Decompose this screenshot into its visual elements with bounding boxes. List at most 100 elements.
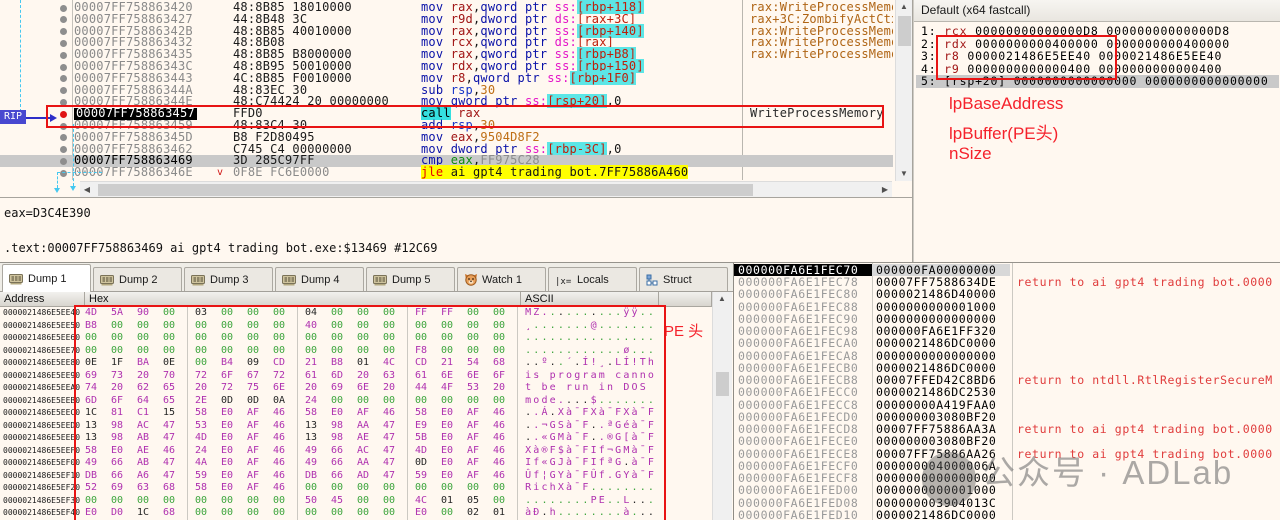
argument-annotation: nSize (949, 144, 992, 164)
argument-annotation: lpBaseAddress (949, 94, 1063, 114)
dump-row[interactable]: 0000021486E5EF30000000000000000050450000… (0, 495, 712, 508)
dump-row[interactable]: 0000021486E5EEB06D6F64652E0D0D0A24000000… (0, 395, 712, 408)
tab-dump-2[interactable]: Dump 2 (93, 267, 182, 291)
dump-row[interactable]: 0000021486E5EEE01398AB474DE0AF461398AE47… (0, 432, 712, 445)
tab-label: Locals (577, 274, 609, 286)
tab-label: Dump 5 (392, 274, 431, 286)
stack-row[interactable]: 000000FA6E1FECE800007FF75886AA26return t… (734, 448, 1280, 460)
tab-label: Struct (663, 274, 692, 286)
dump-icon (191, 274, 206, 286)
jump-arrow-down-icon (70, 186, 76, 191)
dump-icon (282, 274, 297, 286)
watch-icon (464, 273, 478, 286)
tab-dump-1[interactable]: Dump 1 (2, 264, 91, 292)
tab-label: Watch 1 (482, 274, 522, 286)
column-header-ascii[interactable]: ASCII (521, 292, 659, 307)
row-dot-icon[interactable] (60, 75, 67, 82)
tab-label: Dump 2 (119, 274, 158, 286)
disassembly-pane[interactable]: 00007FF75886342048:8B85 18010000mov rax,… (0, 0, 913, 197)
dump-row[interactable]: 0000021486E5EE404D5A90000300000004000000… (0, 307, 712, 320)
column-header-blank (659, 292, 712, 307)
tab-dump-4[interactable]: Dump 4 (275, 267, 364, 291)
dump-tabstrip: Dump 1 Dump 2 Dump 3 Dump 4 Dump 5 Watch 1 |x=… (0, 263, 733, 291)
scroll-up-icon[interactable]: ▲ (897, 0, 911, 14)
dump-row[interactable]: 0000021486E5EE70000000000000000000000000… (0, 345, 712, 358)
argument-annotation: lpBuffer(PE头) (949, 119, 1058, 144)
row-dot-icon[interactable] (60, 146, 67, 153)
column-header-hex[interactable]: Hex (85, 292, 521, 307)
rip-arrow (26, 117, 50, 119)
tab-struct[interactable]: Struct (639, 267, 728, 291)
dump-row[interactable]: 0000021486E5EF004966AB474AE0AF464966AA47… (0, 457, 712, 470)
register-hint: eax=D3C4E390 (4, 206, 91, 220)
stack-row[interactable]: 000000FA6E1FEC800000021486D40000 (734, 288, 1280, 300)
row-dot-icon[interactable] (60, 134, 67, 141)
address-status-line: .text:00007FF758863469 ai gpt4 trading b… (4, 241, 437, 255)
dump-rows: 0000021486E5EE404D5A90000300000004000000… (0, 307, 712, 520)
column-header-address[interactable]: Address (0, 292, 85, 307)
tab-label: Dump 1 (28, 273, 67, 285)
stack-row[interactable]: 000000FA6E1FED100000021486DC0000 (734, 509, 1280, 520)
dump-pane[interactable]: Dump 1 Dump 2 Dump 3 Dump 4 Dump 5 Watch 1 |x=… (0, 262, 733, 520)
dump-row[interactable]: 0000021486E5EEF058E0AE4624E0AF464966AC47… (0, 445, 712, 458)
row-dot-icon[interactable] (60, 52, 67, 59)
rip-arrowhead-icon (50, 114, 57, 122)
dump-vscrollbar[interactable]: ▲ (712, 292, 732, 520)
dump-row[interactable]: 0000021486E5EE50B80000000000000040000000… (0, 320, 712, 333)
dump-row[interactable]: 0000021486E5EE60000000000000000000000000… (0, 332, 712, 345)
dump-row[interactable]: 0000021486E5EE9069732070726F6772616D2063… (0, 370, 712, 383)
tab-watch-1[interactable]: Watch 1 (457, 267, 546, 291)
row-dot-icon[interactable] (60, 28, 67, 35)
debugger-window: 00007FF75886342048:8B85 18010000mov rax,… (0, 0, 1280, 520)
dump-row[interactable]: 0000021486E5EED01398AC4753E0AF461398AA47… (0, 420, 712, 433)
dump-row[interactable]: 0000021486E5EF10DB66A64759E0AF46DB66AD47… (0, 470, 712, 483)
stack-pane[interactable]: 000000FA6E1FEC70000000FA00000000000000FA… (733, 262, 1280, 520)
row-dot-icon[interactable] (60, 170, 67, 177)
tab-label: Dump 4 (301, 274, 340, 286)
scroll-thumb[interactable] (898, 16, 911, 46)
dump-icon (9, 273, 24, 285)
row-dot-icon[interactable] (60, 87, 67, 94)
locals-icon: |x=| (555, 274, 573, 286)
breakpoint-icon[interactable] (60, 111, 67, 118)
row-dot-icon[interactable] (60, 40, 67, 47)
pe-header-label: PE 头 (664, 320, 703, 341)
disasm-row[interactable]: 00007FF75886346Ev0F8E FC6E0000jle ai gpt… (0, 167, 893, 179)
stack-row[interactable]: 000000FA6E1FED000000000000001000 (734, 484, 1280, 496)
registers-title: Default (x64 fastcall) (914, 0, 1280, 22)
stack-row[interactable]: 000000FA6E1FECC00000021486DC2530 (734, 386, 1280, 398)
scroll-right-icon[interactable]: ▶ (878, 183, 892, 197)
dump-row[interactable]: 0000021486E5EE800E1FBA0E00B409CD21B8014C… (0, 357, 712, 370)
scroll-left-icon[interactable]: ◀ (80, 183, 94, 197)
dump-row[interactable]: 0000021486E5EEA0742062652072756E20696E20… (0, 382, 712, 395)
scroll-down-icon[interactable]: ▼ (897, 167, 911, 181)
row-dot-icon[interactable] (60, 123, 67, 130)
struct-icon (646, 274, 659, 286)
disasm-hscrollbar[interactable]: ◀ ▶ (80, 181, 892, 197)
row-dot-icon[interactable] (60, 5, 67, 12)
disasm-vscrollbar[interactable]: ▲ ▼ (895, 0, 913, 181)
svg-text:|x=|: |x=| (555, 277, 573, 286)
tab-dump-5[interactable]: Dump 5 (366, 267, 455, 291)
stack-row[interactable]: 000000FA6E1FECE0000000003080BF20 (734, 435, 1280, 447)
stack-row[interactable]: 000000FA6E1FECA00000021486DC0000 (734, 337, 1280, 349)
tab-label: Dump 3 (210, 274, 249, 286)
dump-icon (100, 274, 115, 286)
tab-locals[interactable]: |x=| Locals (548, 267, 637, 291)
dump-row[interactable]: 0000021486E5EF205269636858E0AF4600000000… (0, 482, 712, 495)
row-dot-icon[interactable] (60, 16, 67, 23)
row-dot-icon[interactable] (60, 64, 67, 71)
stack-row[interactable]: 000000FA6E1FED08000000003904013C (734, 497, 1280, 509)
scroll-thumb[interactable] (716, 372, 729, 396)
dump-row[interactable]: 0000021486E5EF40E0D01C680000000000000000… (0, 507, 712, 520)
scroll-up-icon[interactable]: ▲ (715, 292, 729, 306)
scroll-thumb[interactable] (98, 184, 753, 196)
row-dot-icon[interactable] (60, 158, 67, 165)
dump-row[interactable]: 0000021486E5EEC01C81C11558E0AF4658E0AF46… (0, 407, 712, 420)
row-dot-icon[interactable] (60, 99, 67, 106)
status-pane: eax=D3C4E390 .text:00007FF758863469 ai g… (0, 197, 913, 263)
jump-arrow-down-icon (54, 188, 60, 193)
tab-dump-3[interactable]: Dump 3 (184, 267, 273, 291)
register-row[interactable]: 5: [rsp+20] 0000000000000000 00000000000… (916, 75, 1279, 88)
registers-pane[interactable]: Default (x64 fastcall) 1: rcx 0000000000… (913, 0, 1280, 262)
